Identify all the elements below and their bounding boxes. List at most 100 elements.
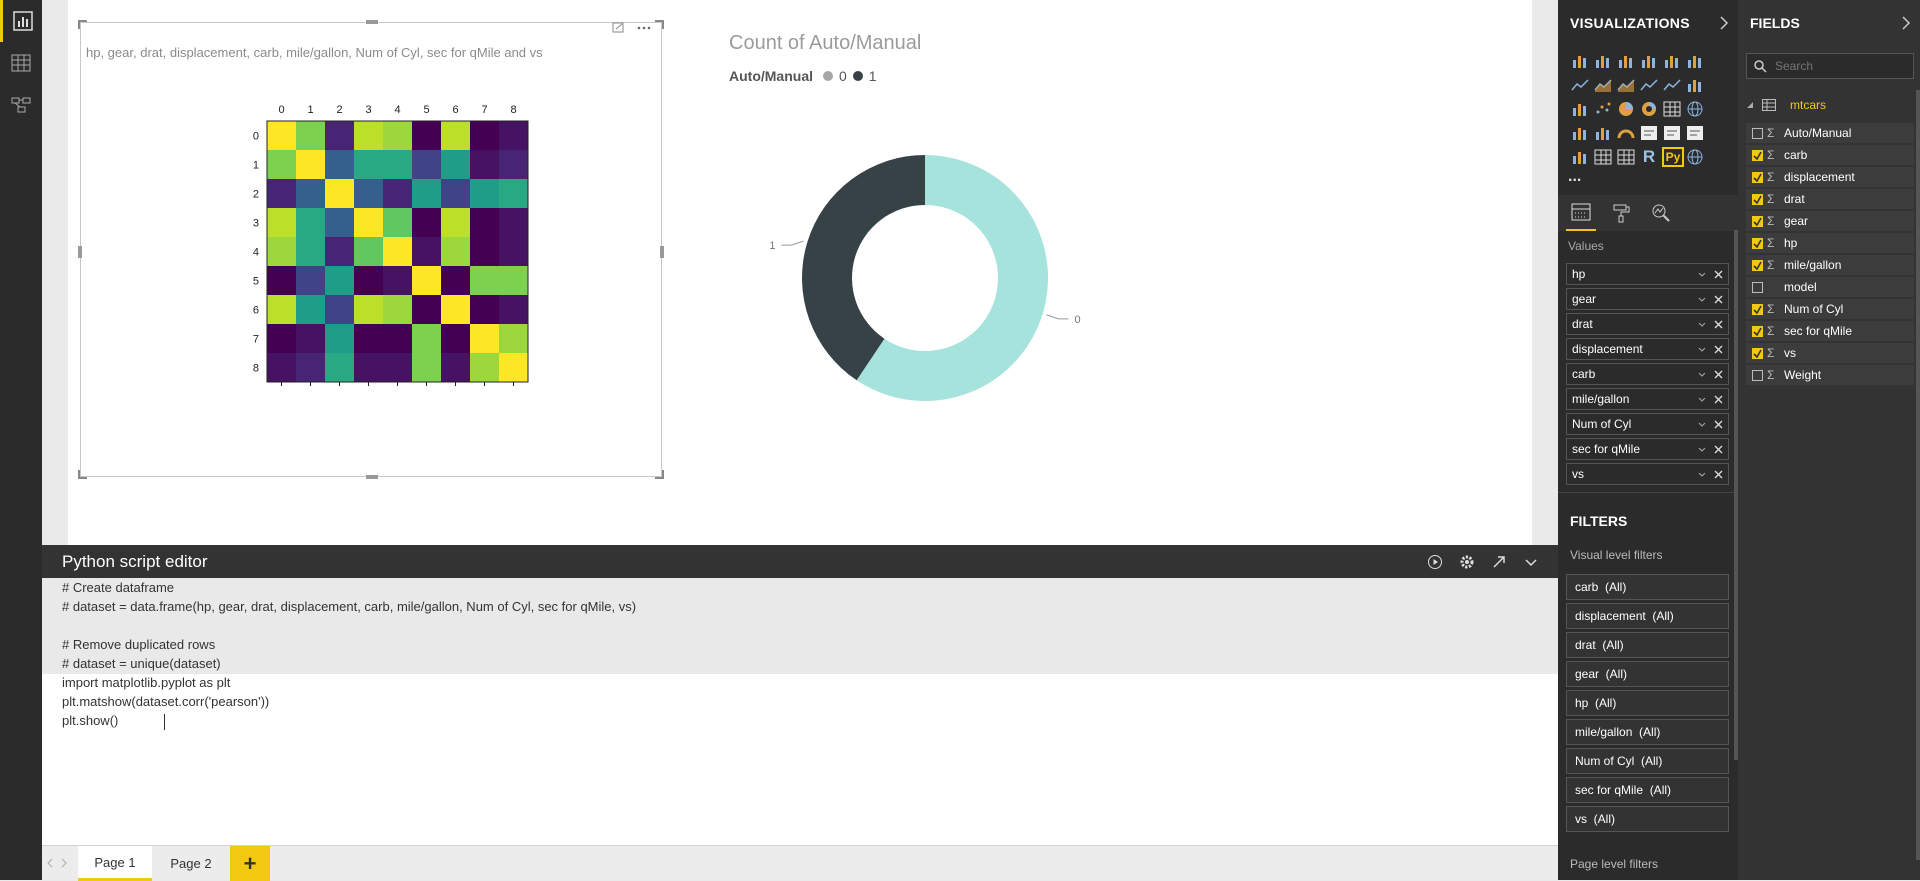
remove-icon[interactable] [1714,420,1723,429]
value-well-item[interactable]: displacement [1566,338,1729,360]
line-column-icon[interactable] [1639,76,1659,94]
settings-button[interactable] [1458,553,1476,571]
field-item[interactable]: Σcarb [1746,145,1914,165]
resize-handle-left[interactable] [78,246,82,258]
filter-card[interactable]: mile/gallon (All) [1566,719,1729,745]
filter-card[interactable]: Num of Cyl (All) [1566,748,1729,774]
code-line[interactable]: plt.matshow(dataset.corr('pearson')) [62,694,269,709]
clustered-column-icon[interactable] [1639,52,1659,70]
gauge-icon[interactable] [1616,124,1636,142]
chevron-down-icon[interactable] [1698,297,1706,303]
field-item[interactable]: Σ Weight [1746,365,1914,385]
field-item[interactable]: Σdrat [1746,189,1914,209]
chevron-down-icon[interactable] [1698,372,1706,378]
fields-search-box[interactable] [1746,53,1914,79]
field-checkbox[interactable] [1752,193,1763,205]
field-item[interactable]: Σhp [1746,233,1914,253]
field-checkbox[interactable] [1752,237,1763,249]
chevron-down-icon[interactable] [1698,397,1706,403]
data-view-button[interactable] [0,42,42,84]
remove-icon[interactable] [1714,270,1723,279]
add-page-button[interactable]: + [230,846,270,881]
multi-row-card-icon[interactable] [1662,124,1682,142]
donut-slice-1[interactable] [802,155,925,381]
value-well-item[interactable]: carb [1566,363,1729,385]
slicer-icon[interactable] [1570,148,1590,166]
field-checkbox[interactable] [1752,281,1763,293]
field-item[interactable]: Σ Auto/Manual [1746,123,1914,143]
format-tab[interactable] [1606,195,1636,231]
resize-handle-tr[interactable] [654,20,664,30]
field-checkbox[interactable] [1752,325,1763,337]
remove-icon[interactable] [1714,320,1723,329]
field-checkbox[interactable] [1752,149,1763,161]
value-well-item[interactable]: sec for qMile [1566,438,1729,460]
value-well-item[interactable]: hp [1566,263,1729,285]
analytics-tab[interactable] [1646,195,1676,231]
field-item[interactable]: model [1746,277,1914,297]
remove-icon[interactable] [1714,345,1723,354]
run-script-button[interactable] [1426,553,1444,571]
field-item[interactable]: Σ Num of Cyl [1746,299,1914,319]
filter-card[interactable]: carb (All) [1566,574,1729,600]
resize-handle-bl[interactable] [78,469,88,479]
remove-icon[interactable] [1714,395,1723,404]
stacked-bar-icon[interactable] [1570,52,1590,70]
chevron-down-icon[interactable] [1698,347,1706,353]
tab-page-1[interactable]: Page 1 [78,846,152,881]
report-view-button[interactable] [0,0,42,42]
100-stacked-column-icon[interactable] [1685,52,1705,70]
filter-card[interactable]: hp (All) [1566,690,1729,716]
tab-page-2[interactable]: Page 2 [154,846,228,881]
resize-handle-top[interactable] [366,20,378,24]
chevron-down-icon[interactable] [1698,422,1706,428]
filter-card[interactable]: vs (All) [1566,806,1729,832]
r-visual-icon[interactable]: R [1639,148,1659,166]
value-well-item[interactable]: Num of Cyl [1566,413,1729,435]
table-visual-icon[interactable] [1593,148,1613,166]
more-visuals-button[interactable]: ... [1568,168,1581,186]
remove-icon[interactable] [1714,370,1723,379]
treemap-icon[interactable] [1662,100,1682,118]
field-item[interactable]: Σvs [1746,343,1914,363]
legend-label-0[interactable]: 0 [839,68,847,84]
legend-label-1[interactable]: 1 [869,68,877,84]
filter-card[interactable]: gear (All) [1566,661,1729,687]
area-chart-icon[interactable] [1593,76,1613,94]
fields-pane-scrollbar[interactable] [1916,90,1920,860]
focus-mode-icon[interactable] [612,22,624,33]
field-checkbox[interactable] [1752,303,1763,315]
filter-card[interactable]: sec for qMile (All) [1566,777,1729,803]
more-options-icon[interactable] [637,26,651,30]
python-visual-icon[interactable]: Py [1662,147,1684,167]
field-item[interactable]: Σsec for qMile [1746,321,1914,341]
python-visual[interactable]: hp, gear, drat, displacement, carb, mile… [78,20,664,479]
stacked-area-icon[interactable] [1616,76,1636,94]
chevron-right-icon[interactable] [1719,16,1729,30]
field-checkbox[interactable] [1752,127,1763,139]
clustered-bar-icon[interactable] [1616,52,1636,70]
value-well-item[interactable]: drat [1566,313,1729,335]
table-node-mtcars[interactable]: mtcars [1746,98,1826,112]
100-stacked-bar-icon[interactable] [1662,52,1682,70]
fields-tab[interactable] [1566,195,1596,231]
code-line[interactable]: plt.show() [62,713,118,728]
field-checkbox[interactable] [1752,215,1763,227]
field-checkbox[interactable] [1752,347,1763,359]
field-item[interactable]: Σmile/gallon [1746,255,1914,275]
value-well-item[interactable]: mile/gallon [1566,388,1729,410]
chevron-down-icon[interactable] [1698,272,1706,278]
code-line[interactable]: # dataset = data.frame(hp, gear, drat, d… [62,599,636,614]
remove-icon[interactable] [1714,295,1723,304]
pie-chart-icon[interactable] [1616,100,1636,118]
code-line[interactable]: # Create dataframe [62,580,174,595]
remove-icon[interactable] [1714,445,1723,454]
globe-icon[interactable] [1685,148,1705,166]
resize-handle-tl[interactable] [78,20,88,30]
field-checkbox[interactable] [1752,259,1763,271]
matrix-icon[interactable] [1616,148,1636,166]
donut-chart-icon[interactable] [1639,100,1659,118]
value-well-item[interactable]: vs [1566,463,1729,485]
filter-card[interactable]: displacement (All) [1566,603,1729,629]
chevron-down-icon[interactable] [1698,472,1706,478]
